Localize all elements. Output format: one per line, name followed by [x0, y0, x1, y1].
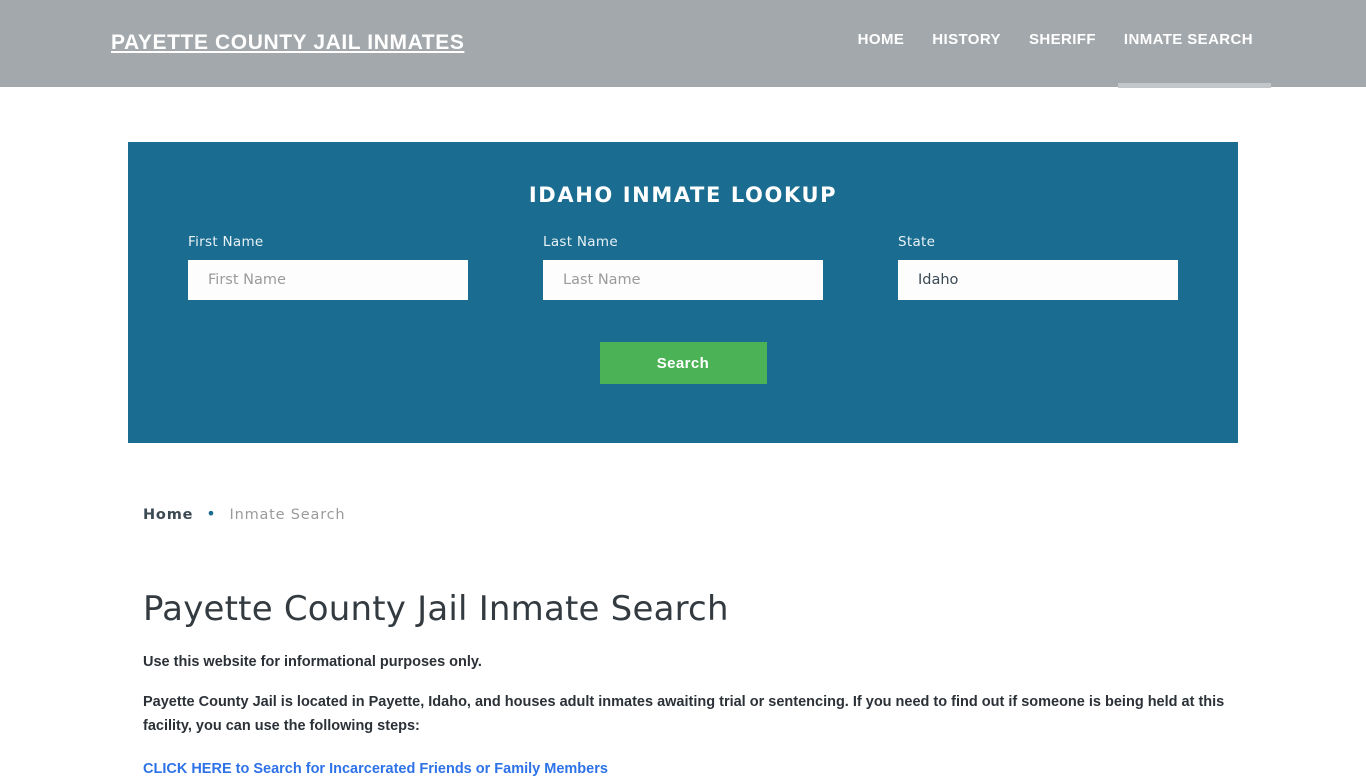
lookup-fields-row: First Name Last Name State Idaho — [128, 234, 1238, 314]
state-label: State — [898, 234, 936, 250]
inmate-search-cta-link[interactable]: CLICK HERE to Search for Incarcerated Fr… — [143, 761, 608, 777]
state-field-group: State Idaho — [898, 234, 1178, 300]
site-header: Payette County Jail Inmates Home History… — [0, 0, 1366, 88]
last-name-field-group: Last Name — [543, 234, 823, 300]
main-content: Home • Inmate Search Payette County Jail… — [143, 500, 1233, 777]
nav-item-home[interactable]: Home — [844, 31, 919, 48]
search-button[interactable]: Search — [599, 342, 767, 384]
lead-paragraph: Use this website for informational purpo… — [143, 654, 482, 670]
search-button-wrapper: Search — [128, 342, 1238, 384]
state-select[interactable]: Idaho — [898, 260, 1178, 300]
last-name-input[interactable] — [543, 260, 823, 300]
body-paragraph: Payette County Jail is located in Payett… — [143, 694, 1225, 734]
site-logo[interactable]: Payette County Jail Inmates — [111, 31, 464, 55]
last-name-label: Last Name — [543, 234, 618, 250]
lookup-panel-title: Idaho Inmate Lookup — [528, 183, 838, 207]
breadcrumb-home[interactable]: Home — [143, 507, 193, 523]
breadcrumb-separator-icon: • — [206, 504, 217, 523]
page-title: Payette County Jail Inmate Search — [143, 589, 729, 629]
main-navigation: Home History Sheriff Inmate Search — [844, 31, 1272, 88]
first-name-label: First Name — [188, 234, 264, 250]
first-name-field-group: First Name — [188, 234, 468, 300]
nav-item-sheriff[interactable]: Sheriff — [1015, 31, 1110, 48]
breadcrumb: Home • Inmate Search — [143, 500, 1233, 524]
inmate-lookup-panel: Idaho Inmate Lookup First Name Last Name… — [128, 142, 1238, 443]
nav-item-inmate-search[interactable]: Inmate Search — [1110, 31, 1272, 88]
nav-item-history[interactable]: History — [918, 31, 1015, 48]
first-name-input[interactable] — [188, 260, 468, 300]
breadcrumb-current: Inmate Search — [229, 507, 346, 523]
